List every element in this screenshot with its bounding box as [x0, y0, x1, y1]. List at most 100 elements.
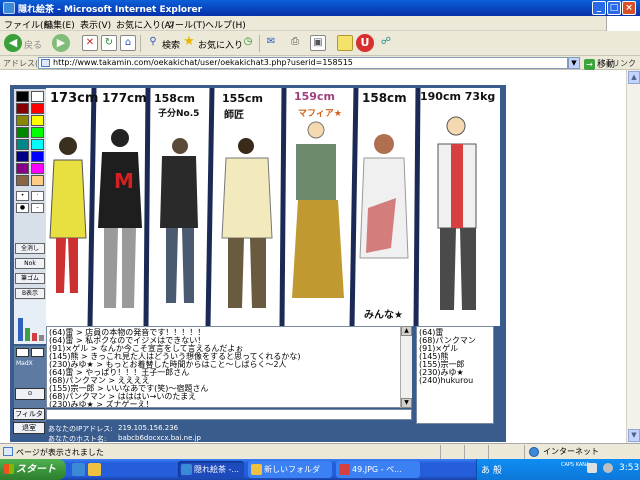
panel-divider [143, 88, 151, 326]
tool-button[interactable]: Nok [15, 258, 45, 269]
close-button[interactable]: × [622, 1, 636, 15]
color-level-bars[interactable] [14, 300, 46, 344]
brush-size-button[interactable]: • [16, 191, 29, 201]
user-list[interactable]: (64)雷 (68)パンクマン (91)×ゲル (145)熊 (155)宗一郎 (230)… [416, 326, 494, 424]
side-label: MadX [16, 360, 33, 367]
task-folder[interactable]: 新しいフォルダ [248, 461, 332, 478]
links-label[interactable]: リンク [612, 58, 636, 69]
go-button[interactable]: → 移動 [584, 57, 615, 70]
menu-help[interactable]: ヘルプ(H) [205, 18, 246, 31]
search-label[interactable]: 検索 [162, 38, 180, 51]
color-level-bar[interactable] [25, 328, 30, 341]
refresh-icon[interactable]: ↻ [101, 35, 117, 51]
palette-swatch[interactable] [16, 163, 29, 174]
print-icon[interactable]: ⎙ [287, 35, 303, 51]
mail-small-icon[interactable] [16, 348, 29, 357]
network-tray-icon[interactable] [587, 463, 597, 473]
height-label: 177cm [102, 91, 147, 105]
brush-size-button[interactable]: ● [16, 203, 29, 213]
palette-swatch[interactable] [31, 91, 44, 102]
menu-edit[interactable]: 編集(E) [44, 18, 75, 31]
maximize-button[interactable]: □ [607, 1, 621, 15]
start-button[interactable]: スタート [0, 459, 66, 480]
home-icon[interactable]: ⌂ [120, 35, 136, 51]
user-list-item[interactable]: (240)hukurou [419, 376, 473, 385]
task-paint[interactable]: 49.JPG - ペ... [336, 461, 420, 478]
stop-icon[interactable]: ✕ [82, 35, 98, 51]
scroll-toggle-button[interactable]: ⊙ [15, 388, 45, 400]
forward-icon[interactable]: ▶ [52, 34, 70, 52]
brush-size-button[interactable]: · [31, 191, 44, 201]
status-divider [440, 445, 441, 459]
panel-divider [413, 88, 421, 326]
chat-log[interactable]: (64)雷 > 店員の本物の発音です！！！！！ (64)雷 > 私ボクなのでイジメ… [46, 326, 412, 408]
zone-label: インターネット [543, 447, 599, 456]
messenger-icon[interactable]: U [356, 34, 374, 52]
palette-swatch[interactable] [31, 139, 44, 150]
color-level-bar[interactable] [18, 318, 23, 341]
color-level-bar[interactable] [32, 333, 37, 341]
address-dropdown-icon[interactable]: ▼ [568, 57, 580, 69]
back-icon[interactable]: ◀ [4, 34, 22, 52]
scroll-up-icon[interactable]: ▲ [628, 71, 640, 84]
minimize-button[interactable]: _ [592, 1, 606, 15]
brush-size-button[interactable]: - [31, 203, 44, 213]
height-label: 159cm [294, 90, 335, 103]
tool-button[interactable]: 全消し [15, 243, 45, 254]
chat-input[interactable] [46, 409, 412, 420]
filter-button[interactable]: フィルタ [13, 408, 45, 420]
palette-swatch[interactable] [16, 103, 29, 114]
figure-1 [49, 137, 87, 293]
notes-icon[interactable] [337, 35, 353, 51]
caps-indicator: CAPS KANA [561, 462, 590, 468]
palette-swatch[interactable] [16, 127, 29, 138]
volume-tray-icon[interactable] [603, 463, 613, 473]
search-icon[interactable]: ⚲ [145, 35, 161, 51]
color-level-bar[interactable] [39, 335, 44, 341]
tool-button[interactable]: 筆ゴム [15, 273, 45, 284]
figure-7 [437, 116, 477, 310]
mail-icon[interactable]: ✉ [263, 35, 279, 51]
envelope-small-icon[interactable] [31, 348, 44, 357]
palette-swatch[interactable] [31, 127, 44, 138]
edit-icon[interactable]: ▣ [310, 35, 326, 51]
ie-quicklaunch-icon[interactable] [72, 463, 85, 476]
back-label[interactable]: 戻る [24, 38, 42, 51]
exit-button[interactable]: 退室 [13, 422, 45, 434]
chat-scroll-up-icon[interactable]: ▲ [401, 326, 412, 336]
security-zone[interactable]: インターネット [524, 445, 640, 459]
discuss-icon[interactable]: ☍ [378, 35, 394, 51]
page-scrollbar[interactable]: ▲ ▼ [626, 70, 640, 443]
task-ie[interactable]: 隠れ絵茶 -... [178, 461, 244, 478]
drawing-canvas[interactable]: M 173cm 177cm 158cm 155cm 159cm 158cm 19… [46, 88, 500, 326]
palette-swatch[interactable] [16, 151, 29, 162]
palette-swatch[interactable] [31, 103, 44, 114]
title-bar[interactable]: 隠れ絵茶 - Microsoft Internet Explorer _ □ × [0, 0, 640, 16]
figure-3 [160, 138, 198, 303]
palette-swatch[interactable] [31, 115, 44, 126]
go-arrow-icon: → [584, 59, 595, 70]
palette-swatch[interactable] [16, 175, 29, 186]
tool-button[interactable]: B表示 [15, 288, 45, 299]
history-icon[interactable]: ◷ [240, 35, 256, 51]
palette-swatch[interactable] [16, 139, 29, 150]
palette-swatch[interactable] [31, 163, 44, 174]
favorites-star-icon[interactable]: ★ [181, 35, 197, 51]
address-input[interactable]: http://www.takamin.com/oekakichat/user/o… [38, 57, 568, 69]
folder-quicklaunch-icon[interactable] [88, 463, 101, 476]
menu-view[interactable]: 表示(V) [80, 18, 111, 31]
task-label: 新しいフォルダ [264, 465, 320, 474]
chat-scrollbar[interactable]: ▲ ▼ [400, 326, 412, 408]
palette-swatch[interactable] [31, 175, 44, 186]
menu-tools[interactable]: ツール(T) [166, 18, 206, 31]
scroll-down-icon[interactable]: ▼ [628, 429, 640, 442]
palette-swatch[interactable] [16, 91, 29, 102]
favorites-label[interactable]: お気に入り [198, 38, 243, 51]
figure-2: M [98, 129, 142, 308]
panel-divider [279, 88, 287, 326]
toolbar: ◀ 戻る ▶ ✕ ↻ ⌂ ⚲ 検索 ★ お気に入り ◷ ✉ ⎙ ▣ U ☍ [0, 31, 640, 56]
palette-swatch[interactable] [31, 151, 44, 162]
palette-swatch[interactable] [16, 115, 29, 126]
ime-indicator[interactable]: あ 般 [481, 463, 502, 476]
chat-scroll-down-icon[interactable]: ▼ [401, 398, 412, 408]
